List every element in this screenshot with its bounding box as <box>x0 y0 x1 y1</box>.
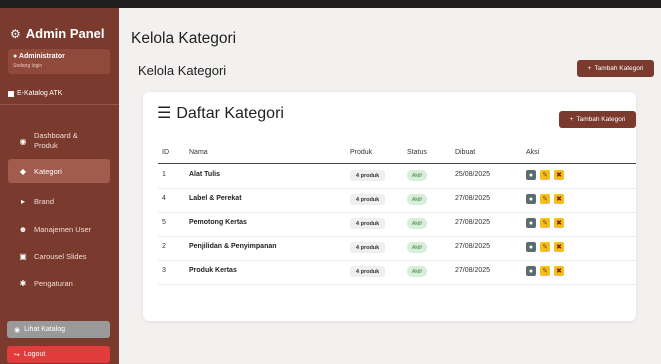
product-count-badge: 4 produk <box>350 266 386 277</box>
plus-icon: + <box>569 116 574 123</box>
store-icon <box>8 90 14 97</box>
sidebar-item-label: Pengaturan <box>34 278 73 288</box>
cell-date: 27/08/2025 <box>455 243 491 250</box>
cell-id: 3 <box>162 267 166 274</box>
sidebar-item-users[interactable]: ☻ Manajemen User <box>8 217 110 241</box>
view-icon[interactable]: ● <box>526 170 536 180</box>
sidebar-brand: ⚙ Admin Panel <box>10 26 105 41</box>
product-count-badge: 4 produk <box>350 194 386 205</box>
category-card: ☰ Daftar Kategori + Tambah Kategori ID N… <box>143 92 636 321</box>
sidebar-item-label: Brand <box>34 196 55 206</box>
edit-icon[interactable]: ✎ <box>540 194 550 204</box>
user-icon: ● <box>13 53 18 60</box>
table-row: 3 Produk Kertas 4 produk Aktif 27/08/202… <box>158 260 636 285</box>
sidebar-item-carousel[interactable]: ▣ Carousel Slides <box>8 244 110 268</box>
layers-icon: ◆ <box>19 166 27 176</box>
sidebar-title: Admin Panel <box>25 26 105 41</box>
column-header-aksi: Aksi <box>526 149 540 156</box>
list-icon: ☰ <box>157 105 172 122</box>
user-status: Sedang login <box>13 63 43 69</box>
sidebar-item-dashboard[interactable]: ◉ Dashboard & Produk <box>8 125 110 157</box>
dashboard-icon: ◉ <box>19 136 27 146</box>
logout-icon: ↪ <box>14 351 20 359</box>
delete-icon[interactable]: ✖ <box>554 194 564 204</box>
column-header-id: ID <box>162 149 169 156</box>
product-count-badge: 4 produk <box>350 218 386 229</box>
table-row: 1 Alat Tulis 4 produk Aktif 25/08/2025 ●… <box>158 164 636 189</box>
plus-icon: + <box>587 65 592 72</box>
sidebar-item-label: Manajemen User <box>34 224 92 234</box>
sidebar-item-kategori[interactable]: ◆ Kategori <box>8 159 110 183</box>
add-category-button-top[interactable]: + Tambah Kategori <box>577 60 654 77</box>
user-name: ● Administrator <box>13 53 65 60</box>
section-title: Kelola Kategori <box>138 63 227 78</box>
cell-name: Penjilidan & Penyimpanan <box>189 243 277 250</box>
cell-date: 25/08/2025 <box>455 171 491 178</box>
sidebar-item-label: Carousel Slides <box>34 251 87 261</box>
images-icon: ▣ <box>19 251 27 261</box>
status-badge: Aktif <box>407 170 427 181</box>
users-icon: ☻ <box>18 224 28 234</box>
product-count-badge: 4 produk <box>350 242 386 253</box>
cell-name: Pemotong Kertas <box>189 219 247 226</box>
sidebar-item-label: Kategori <box>34 166 62 176</box>
view-icon[interactable]: ● <box>526 266 536 276</box>
top-bar <box>0 0 661 8</box>
add-category-button[interactable]: + Tambah Kategori <box>559 111 636 128</box>
sidebar-divider <box>0 104 119 105</box>
edit-icon[interactable]: ✎ <box>540 266 550 276</box>
ekatalog-link[interactable]: E-Katalog ATK <box>8 90 62 97</box>
sidebar-item-label: Dashboard & Produk <box>34 131 78 150</box>
view-icon[interactable]: ● <box>526 218 536 228</box>
cell-name: Produk Kertas <box>189 267 237 274</box>
eye-icon: ◉ <box>14 326 21 334</box>
gear-icon: ✱ <box>19 278 27 288</box>
status-badge: Aktif <box>407 242 427 253</box>
cell-id: 5 <box>162 219 166 226</box>
status-badge: Aktif <box>407 218 427 229</box>
sidebar-item-brand[interactable]: ▸ Brand <box>8 189 110 213</box>
sidebar-item-settings[interactable]: ✱ Pengaturan <box>8 271 110 295</box>
logout-button[interactable]: ↪ Logout <box>7 346 110 363</box>
status-badge: Aktif <box>407 194 427 205</box>
tag-icon: ▸ <box>20 196 25 206</box>
edit-icon[interactable]: ✎ <box>540 170 550 180</box>
user-box: ● Administrator Sedang login <box>8 49 110 74</box>
gears-icon: ⚙ <box>10 27 21 41</box>
view-icon[interactable]: ● <box>526 194 536 204</box>
delete-icon[interactable]: ✖ <box>554 242 564 252</box>
edit-icon[interactable]: ✎ <box>540 242 550 252</box>
view-catalog-button[interactable]: ◉ Lihat Katalog <box>7 321 110 338</box>
edit-icon[interactable]: ✎ <box>540 218 550 228</box>
column-header-nama: Nama <box>189 149 208 156</box>
delete-icon[interactable]: ✖ <box>554 266 564 276</box>
delete-icon[interactable]: ✖ <box>554 170 564 180</box>
cell-id: 1 <box>162 171 166 178</box>
status-badge: Aktif <box>407 266 427 277</box>
column-header-dibuat: Dibuat <box>455 149 476 156</box>
cell-date: 27/08/2025 <box>455 267 491 274</box>
page-title: Kelola Kategori <box>131 30 237 47</box>
cell-id: 4 <box>162 195 166 202</box>
product-count-badge: 4 produk <box>350 170 386 181</box>
column-header-status: Status <box>407 149 427 156</box>
cell-name: Label & Perekat <box>189 195 242 202</box>
main-content: Kelola Kategori Kelola Kategori + Tambah… <box>119 8 661 364</box>
table-row: 2 Penjilidan & Penyimpanan 4 produk Akti… <box>158 236 636 261</box>
cell-date: 27/08/2025 <box>455 195 491 202</box>
cell-name: Alat Tulis <box>189 171 220 178</box>
delete-icon[interactable]: ✖ <box>554 218 564 228</box>
view-icon[interactable]: ● <box>526 242 536 252</box>
sidebar: ⚙ Admin Panel ● Administrator Sedang log… <box>0 8 119 364</box>
cell-date: 27/08/2025 <box>455 219 491 226</box>
cell-id: 2 <box>162 243 166 250</box>
column-header-produk: Produk <box>350 149 373 156</box>
table-row: 5 Pemotong Kertas 4 produk Aktif 27/08/2… <box>158 212 636 237</box>
card-title: ☰ Daftar Kategori <box>157 105 284 122</box>
table-row: 4 Label & Perekat 4 produk Aktif 27/08/2… <box>158 188 636 213</box>
